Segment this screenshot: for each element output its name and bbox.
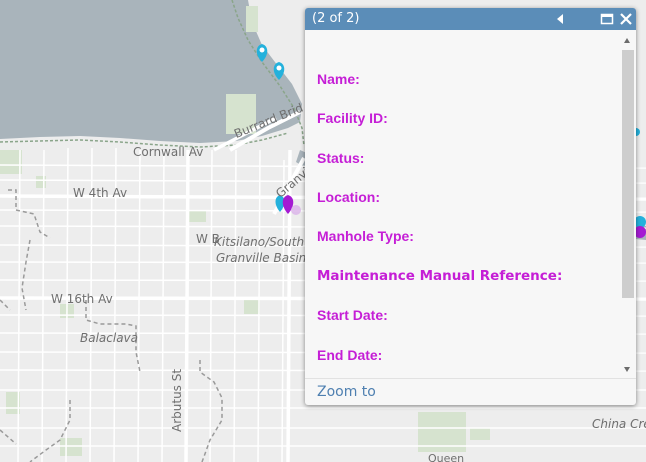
map-label-arbutus: Arbutus St xyxy=(170,368,184,432)
popup-content: Name: Facility ID: Status: Location: Man… xyxy=(305,30,621,377)
scrollbar-thumb[interactable] xyxy=(622,50,634,298)
map-label-wb: W B xyxy=(196,232,220,246)
field-end-date: End Date: xyxy=(317,347,383,363)
map-label-queen: Queen xyxy=(428,452,465,462)
field-start-date: Start Date: xyxy=(317,307,388,323)
popup-title: (2 of 2) xyxy=(312,11,360,26)
map-label-cornwall: Cornwall Av xyxy=(133,145,204,159)
scroll-up-icon[interactable] xyxy=(624,38,630,43)
map-label-w16th: W 16th Av xyxy=(51,292,113,306)
field-manhole-type: Manhole Type: xyxy=(317,228,414,244)
field-facility-id: Facility ID: xyxy=(317,110,388,126)
field-maintenance-manual: Maintenance Manual Reference: xyxy=(317,268,563,284)
map-label-w4th: W 4th Av xyxy=(73,186,128,200)
popup-header: (2 of 2) xyxy=(305,8,636,30)
close-icon[interactable] xyxy=(618,11,634,27)
popup-scrollbar[interactable] xyxy=(621,34,634,378)
popup-footer: Zoom to xyxy=(305,378,636,405)
map-label-kitsilano: Kitsilano/South xyxy=(214,235,305,249)
field-location: Location: xyxy=(317,189,380,205)
zoom-to-link[interactable]: Zoom to xyxy=(317,384,376,400)
maximize-icon[interactable] xyxy=(599,11,615,27)
field-status: Status: xyxy=(317,150,365,166)
map-label-balaclava: Balaclava xyxy=(80,331,139,345)
triangle-left-icon[interactable] xyxy=(553,11,569,27)
scroll-down-icon[interactable] xyxy=(624,367,630,372)
map-label-china-creek: China Cre xyxy=(592,417,646,431)
map-label-granville-basin: Granville Basin xyxy=(216,251,307,265)
field-name: Name: xyxy=(317,71,360,87)
feature-popup: (2 of 2) Name: Facility ID: Status: Loca… xyxy=(305,8,636,405)
